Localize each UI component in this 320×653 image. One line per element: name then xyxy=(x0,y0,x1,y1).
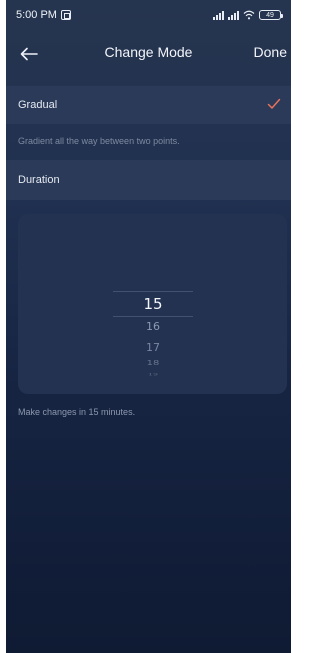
page-title: Change Mode xyxy=(104,44,193,60)
header: Change Mode Done xyxy=(6,30,291,78)
duration-picker-card: 15 16 17 18 19 xyxy=(18,214,287,394)
mode-option-label: Gradual xyxy=(18,99,58,111)
check-icon xyxy=(267,98,281,109)
duration-picker[interactable]: 15 16 17 18 19 xyxy=(113,214,193,394)
picker-value[interactable]: 16 xyxy=(113,320,193,333)
wifi-icon xyxy=(243,10,255,20)
duration-row: Duration xyxy=(6,160,291,200)
battery-icon: 49 xyxy=(259,10,283,20)
status-bar: 5:00 PM 49 xyxy=(6,0,291,30)
status-right: 49 xyxy=(213,10,283,20)
picker-selection-line-top xyxy=(113,291,193,292)
notification-icon xyxy=(60,10,71,20)
signal-icon-2 xyxy=(228,10,239,20)
duration-summary: Make changes in 15 minutes. xyxy=(18,407,136,417)
picker-value[interactable]: 17 xyxy=(113,341,193,354)
done-button[interactable]: Done xyxy=(254,44,287,60)
change-mode-screen: 5:00 PM 49 Change Mode Done Gradual Grad… xyxy=(6,0,291,653)
mode-description: Gradient all the way between two points. xyxy=(18,136,180,146)
duration-label: Duration xyxy=(18,174,60,186)
battery-level: 49 xyxy=(266,11,274,19)
signal-icon xyxy=(213,10,224,20)
picker-value[interactable]: 18 xyxy=(113,360,193,368)
status-time: 5:00 PM xyxy=(16,9,57,21)
picker-value[interactable]: 19 xyxy=(113,373,193,377)
picker-value-selected[interactable]: 15 xyxy=(113,295,193,313)
status-left: 5:00 PM xyxy=(16,9,71,21)
picker-selection-line-bottom xyxy=(113,316,193,317)
mode-option-gradual[interactable]: Gradual xyxy=(6,86,291,124)
